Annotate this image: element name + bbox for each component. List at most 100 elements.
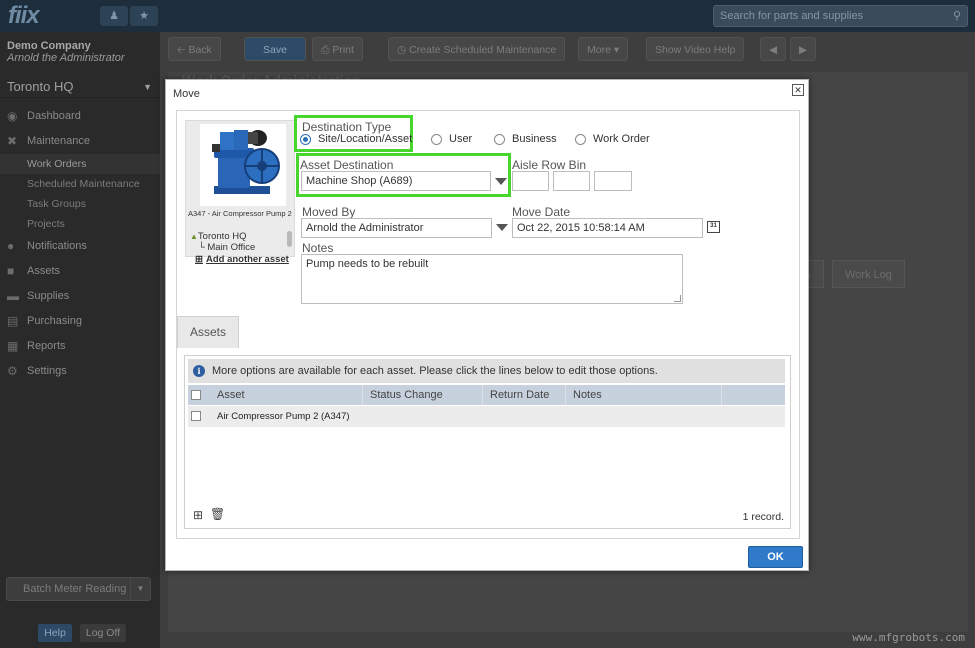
sidebar-item-settings[interactable]: ⚙ Settings [0, 359, 160, 384]
moved-by-dropdown-icon[interactable] [496, 224, 508, 231]
sidebar-item-purchasing[interactable]: ▤ Purchasing [0, 309, 160, 334]
sidebar-subitem-work-orders[interactable]: Work Orders [0, 154, 160, 174]
save-label: Save [263, 44, 287, 56]
log-off-button[interactable]: Log Off [80, 624, 126, 642]
chevron-down-icon: ▼ [143, 82, 152, 92]
trash-icon[interactable]: 🗑 [210, 507, 225, 521]
more-button[interactable]: More ▾ [578, 37, 629, 61]
chevron-down-icon[interactable]: ▼ [130, 578, 150, 600]
search-placeholder: Search for parts and supplies [720, 10, 864, 22]
notes-textarea[interactable]: Pump needs to be rebuilt [301, 254, 683, 304]
search-icon[interactable]: ⚲ [953, 6, 961, 26]
sidebar-item-label: Dashboard [27, 110, 81, 122]
ok-button[interactable]: OK [748, 546, 803, 568]
back-button[interactable]: 🡠 Back [168, 37, 221, 61]
column-header-notes[interactable]: Notes [567, 385, 722, 405]
back-arrow-icon: 🡠 [177, 44, 186, 56]
save-button[interactable]: Save [244, 37, 306, 61]
column-header-return-date[interactable]: Return Date [484, 385, 566, 405]
asset-thumbnail [200, 124, 286, 206]
radio-button[interactable] [494, 133, 505, 145]
sidebar: Demo Company Arnold the Administrator To… [0, 32, 160, 648]
column-header-asset[interactable]: Asset [211, 385, 363, 405]
sidebar-nav: ◉ Dashboard ✖ Maintenance Work Orders Sche… [0, 104, 160, 384]
create-scheduled-maintenance-button[interactable]: ◷ Create Scheduled Maintenance [388, 37, 566, 61]
calendar-icon[interactable]: 31 [707, 221, 720, 233]
add-asset-icon: ⊞ [195, 254, 203, 265]
table-row[interactable]: Air Compressor Pump 2 (A347) [188, 406, 785, 427]
building-icon: ■ [7, 264, 15, 278]
tab-work-log[interactable]: Work Log [832, 260, 905, 288]
create-sm-label: Create Scheduled Maintenance [409, 44, 557, 56]
bin-input[interactable] [594, 171, 632, 191]
location-sub-label: Main Office [207, 242, 256, 253]
move-date-input[interactable]: Oct 22, 2015 10:58:14 AM [512, 218, 703, 238]
radio-business[interactable]: Business [494, 133, 557, 145]
sidebar-item-assets[interactable]: ■ Assets [0, 259, 160, 284]
radio-button[interactable] [575, 133, 586, 145]
print-button[interactable]: ⎙ Print [312, 37, 363, 61]
next-arrow-icon[interactable]: ▶ [790, 37, 817, 61]
add-another-asset-link[interactable]: ⊞ Add another asset [195, 254, 289, 265]
grid-header: Asset Status Change Return Date Notes [188, 385, 785, 405]
info-text: More options are available for each asse… [212, 365, 658, 377]
site-selector[interactable]: Toronto HQ ▼ [0, 76, 160, 98]
print-label: Print [332, 44, 354, 56]
move-dialog: Move ✕ A347 - Air Compressor Pump 2 ▲Tor… [165, 79, 809, 571]
row-checkbox[interactable] [191, 411, 201, 421]
sidebar-subitem-task-groups[interactable]: Task Groups [0, 194, 160, 214]
select-all-checkbox[interactable] [191, 390, 201, 400]
aisle-row-bin-label: Aisle Row Bin [512, 158, 587, 172]
location-site-label: Toronto HQ [197, 231, 247, 242]
sidebar-item-label: Supplies [27, 290, 70, 302]
sidebar-item-reports[interactable]: ▦ Reports [0, 334, 160, 359]
batch-meter-reading-button[interactable]: Batch Meter Reading ▼ [6, 577, 151, 601]
sidebar-item-label: Reports [27, 340, 66, 352]
sidebar-item-label: Purchasing [27, 315, 83, 327]
sidebar-item-dashboard[interactable]: ◉ Dashboard [0, 104, 160, 129]
app-logo[interactable]: fiix [8, 2, 40, 30]
info-icon: i [193, 365, 205, 377]
sidebar-item-notifications[interactable]: ● Notifications [0, 234, 160, 259]
tab-assets[interactable]: Assets [177, 316, 239, 348]
company-name: Demo Company [7, 40, 91, 52]
move-date-value: Oct 22, 2015 10:58:14 AM [517, 222, 645, 234]
sidebar-subitem-scheduled-maintenance[interactable]: Scheduled Maintenance [0, 174, 160, 194]
radio-site-location-asset[interactable]: Site/Location/Asset [300, 133, 412, 145]
aisle-input[interactable] [512, 171, 549, 191]
radio-user[interactable]: User [431, 133, 472, 145]
print-icon: ⎙ [321, 44, 330, 56]
card-scrollbar[interactable] [287, 231, 292, 247]
move-date-label: Move Date [512, 205, 571, 219]
star-icon[interactable]: ★ [130, 6, 158, 26]
row-input[interactable] [553, 171, 590, 191]
column-header-status-change[interactable]: Status Change [364, 385, 483, 405]
sidebar-item-label: Assets [27, 265, 61, 277]
moved-by-select[interactable]: Arnold the Administrator [301, 218, 492, 238]
sidebar-subitem-projects[interactable]: Projects [0, 214, 160, 234]
notes-value: Pump needs to be rebuilt [306, 258, 429, 270]
add-row-icon[interactable]: ⊞ [193, 508, 203, 522]
destination-type-label: Destination Type [302, 120, 392, 134]
show-video-help-button[interactable]: Show Video Help [646, 37, 745, 61]
user-icon[interactable]: ♟ [100, 6, 128, 26]
top-bar: fiix ♟ ★ Search for parts and supplies ⚲ [0, 0, 975, 32]
search-input[interactable]: Search for parts and supplies ⚲ [713, 5, 968, 27]
asset-destination-select[interactable]: Machine Shop (A689) [301, 171, 491, 191]
radio-label: Work Order [593, 133, 650, 145]
previous-arrow-icon[interactable]: ◀ [760, 37, 787, 61]
asset-destination-dropdown-icon[interactable] [495, 178, 507, 185]
wrench-icon: ✖ [7, 134, 18, 148]
user-name: Arnold the Administrator [7, 52, 125, 64]
resize-handle-icon[interactable] [674, 295, 681, 302]
site-icon: ▲ [190, 232, 198, 241]
toolbar: 🡠 Back Save ⎙ Print ◷ Create Scheduled M… [160, 37, 975, 63]
truck-icon: ▬ [7, 289, 19, 303]
sidebar-item-maintenance[interactable]: ✖ Maintenance [0, 129, 160, 154]
close-icon[interactable]: ✕ [792, 84, 804, 96]
sidebar-item-supplies[interactable]: ▬ Supplies [0, 284, 160, 309]
radio-work-order[interactable]: Work Order [575, 133, 650, 145]
radio-button-selected[interactable] [300, 133, 311, 145]
radio-button[interactable] [431, 133, 442, 145]
help-button[interactable]: Help [38, 624, 72, 642]
